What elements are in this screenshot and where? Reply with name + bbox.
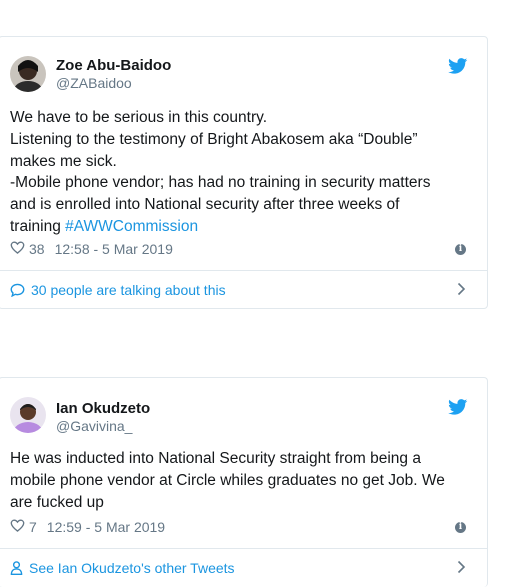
chevron-right-icon bbox=[457, 282, 466, 299]
conversation-label: 30 people are talking about this bbox=[31, 282, 226, 298]
author-handle[interactable]: @ZABaidoo bbox=[56, 75, 132, 91]
tweet-line: Listening to the testimony of Bright Aba… bbox=[10, 130, 418, 148]
tweet-text: He was inducted into National Security s… bbox=[10, 448, 460, 513]
tweet-header: Zoe Abu-Baidoo @ZABaidoo bbox=[0, 37, 487, 103]
chevron-right-icon bbox=[457, 560, 466, 577]
tweet-meta: 7 12:59 - 5 Mar 2019 bbox=[10, 519, 165, 535]
timestamp[interactable]: 12:59 - 5 Mar 2019 bbox=[47, 519, 165, 535]
timestamp[interactable]: 12:58 - 5 Mar 2019 bbox=[55, 241, 173, 257]
tweet-line: We have to be serious in this country. bbox=[10, 109, 268, 126]
avatar[interactable] bbox=[10, 397, 46, 433]
tweet-card[interactable]: Ian Okudzeto @Gavivina_ He was inducted … bbox=[0, 377, 488, 587]
speech-bubble-icon bbox=[10, 283, 25, 297]
person-icon bbox=[10, 561, 23, 575]
author-handle[interactable]: @Gavivina_ bbox=[56, 418, 132, 434]
tweet-line: mobile phone vendor at Circle whiles gra… bbox=[10, 471, 445, 489]
like-count[interactable]: 38 bbox=[29, 241, 45, 257]
author-name[interactable]: Zoe Abu-Baidoo bbox=[56, 57, 171, 74]
heart-outline-icon[interactable] bbox=[10, 241, 25, 257]
author-tweets-link[interactable]: See Ian Okudzeto's other Tweets bbox=[0, 548, 487, 587]
heart-outline-icon[interactable] bbox=[10, 519, 25, 535]
twitter-bird-icon[interactable] bbox=[448, 58, 468, 74]
tweet-line: He was inducted into National Security s… bbox=[10, 450, 421, 467]
author-name[interactable]: Ian Okudzeto bbox=[56, 400, 150, 417]
tweet-text: We have to be serious in this country. L… bbox=[10, 107, 460, 238]
info-icon[interactable]: i bbox=[455, 522, 466, 533]
tweet-header: Ian Okudzeto @Gavivina_ bbox=[0, 378, 487, 444]
avatar[interactable] bbox=[10, 56, 46, 92]
info-icon[interactable]: i bbox=[455, 244, 466, 255]
tweet-line: -Mobile phone vendor; has had no trainin… bbox=[10, 174, 431, 192]
tweet-line-last: training #AWWCommission bbox=[10, 216, 460, 238]
author-tweets-label: See Ian Okudzeto's other Tweets bbox=[29, 560, 235, 576]
twitter-bird-icon[interactable] bbox=[448, 399, 468, 415]
tweet-card[interactable]: Zoe Abu-Baidoo @ZABaidoo We have to be s… bbox=[0, 36, 488, 309]
tweet-line-text: training bbox=[10, 217, 66, 235]
like-count[interactable]: 7 bbox=[29, 519, 37, 535]
tweet-line: makes me sick. bbox=[10, 152, 117, 170]
hashtag-link[interactable]: #AWWCommission bbox=[65, 218, 198, 235]
tweet-line: and is enrolled into National security a… bbox=[10, 196, 400, 214]
tweet-meta: 38 12:58 - 5 Mar 2019 bbox=[10, 241, 173, 257]
tweet-line: are fucked up bbox=[10, 493, 104, 511]
conversation-link[interactable]: 30 people are talking about this bbox=[0, 270, 487, 309]
